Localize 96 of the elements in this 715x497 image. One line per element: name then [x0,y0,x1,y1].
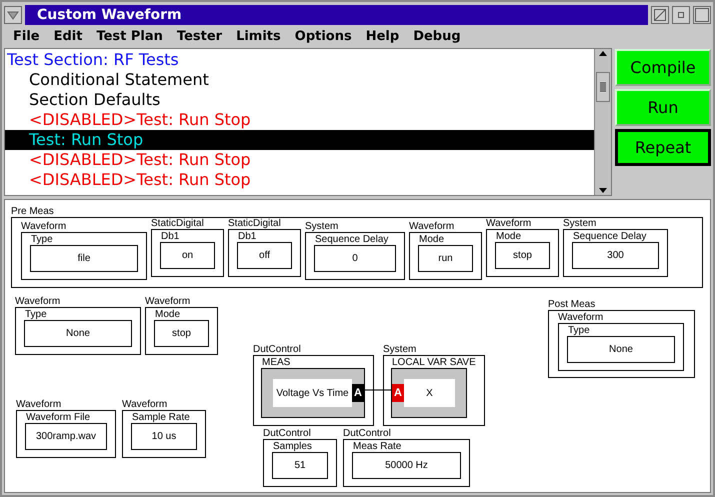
parameter-label: Sequence Delay [572,231,648,242]
menu-item[interactable]: Limits [231,29,290,44]
port-marker[interactable]: A [392,384,404,402]
node-block[interactable]: MEAS Voltage Vs Time A [253,355,374,426]
parameter-value: off [237,242,292,269]
triangle-icon [7,10,19,20]
small-square-icon [678,12,684,18]
block-category: Waveform [145,296,192,307]
parameter-block[interactable]: Waveform File 300ramp.wav [16,410,116,458]
parameter-block[interactable]: Mode stop [486,229,559,277]
parameter-block[interactable]: Type file [21,232,147,280]
parameter-label: Waveform File [25,412,92,423]
up-arrow-icon [598,49,608,57]
parameter-value: None [24,320,132,347]
port-marker[interactable]: A [352,384,364,402]
parameter-label: Samples [272,441,313,452]
block-category: System [563,218,598,229]
block-category: StaticDigital [151,218,205,229]
block-category: System [305,221,340,232]
restore-button[interactable] [672,6,690,24]
minimize-button[interactable] [651,6,669,24]
slash-box-icon [654,9,666,21]
connector-line [364,389,391,391]
parameter-value: 300ramp.wav [25,423,107,450]
block-category: Waveform [16,399,62,410]
group-title: Pre Meas [11,206,55,217]
menu-item[interactable]: Test Plan [91,29,172,44]
parameter-value: 51 [272,452,328,479]
parameter-block[interactable]: Type None [15,307,141,355]
block-category: System [383,344,418,355]
parameter-block[interactable]: Meas Rate 50000 Hz [343,439,470,487]
parameter-value: stop [495,242,550,269]
block-category: Waveform [558,312,604,323]
parameter-value: 0 [314,245,396,272]
block-category: Waveform [122,399,168,410]
test-list-row[interactable]: Test Section: RF Tests [5,50,594,70]
block-category: StaticDigital [228,218,282,229]
action-button[interactable]: Repeat [615,129,711,166]
node-label: LOCAL VAR SAVE [391,357,476,368]
down-arrow-icon [598,187,608,195]
parameter-value: None [567,336,675,363]
menu-item[interactable]: Edit [48,29,92,44]
square-icon [695,8,709,22]
window-menu-button[interactable] [4,6,22,24]
window-title: Custom Waveform [25,5,648,25]
block-category: Waveform [486,218,532,229]
block-category: Waveform [21,221,68,232]
parameter-value: stop [154,320,209,347]
parameter-label: Mode [154,309,182,320]
node-value: X [404,379,455,407]
node-value: Voltage Vs Time [273,379,352,407]
block-category: DutControl [343,428,392,439]
menu-item[interactable]: Debug [408,29,470,44]
parameter-label: Sequence Delay [314,234,390,245]
test-list-row[interactable]: Section Defaults [5,90,594,110]
node-label: MEAS [261,357,292,368]
parameter-value: 10 us [131,423,197,450]
action-button[interactable]: Compile [615,49,711,86]
parameter-label: Db1 [237,231,258,242]
parameter-block[interactable]: Sample Rate 10 us [122,410,206,458]
block-category: Waveform [15,296,62,307]
maximize-button[interactable] [693,6,711,24]
parameter-block[interactable]: Mode run [409,232,482,280]
parameter-label: Db1 [160,231,180,242]
parameter-label: Mode [495,231,522,242]
block-category: DutControl [253,344,302,355]
parameter-value: 50000 Hz [352,452,461,479]
block-category: DutControl [263,428,312,439]
parameter-block[interactable]: Sequence Delay 300 [563,229,668,277]
test-list-row[interactable]: Test: Run Stop [5,130,594,150]
parameter-block[interactable]: Sequence Delay 0 [305,232,405,280]
menu-item[interactable]: Tester [172,29,232,44]
action-button[interactable]: Run [615,89,711,126]
scrollbar[interactable] [594,49,611,195]
group-title: Post Meas [548,299,596,310]
parameter-block[interactable]: Type None [558,323,684,371]
parameter-label: Sample Rate [131,412,191,423]
parameter-value: on [160,242,215,269]
parameter-value: run [418,245,473,272]
menu-item[interactable]: Options [290,29,361,44]
parameter-block[interactable]: Db1 on [151,229,224,277]
parameter-label: Meas Rate [352,441,402,452]
parameter-value: 300 [572,242,659,269]
node-block[interactable]: LOCAL VAR SAVE A X [383,355,485,426]
parameter-block[interactable]: Mode stop [145,307,218,355]
menu-item[interactable]: Help [360,29,408,44]
parameter-value: file [30,245,138,272]
menu-item[interactable]: File [8,29,49,44]
test-list-row[interactable]: Conditional Statement [5,70,594,90]
parameter-label: Type [24,309,48,320]
parameter-label: Type [567,325,591,336]
parameter-label: Type [30,234,54,245]
block-category: Waveform [409,221,456,232]
parameter-block[interactable]: Db1 off [228,229,301,277]
parameter-block[interactable]: Samples 51 [263,439,337,487]
parameter-label: Mode [418,234,446,245]
